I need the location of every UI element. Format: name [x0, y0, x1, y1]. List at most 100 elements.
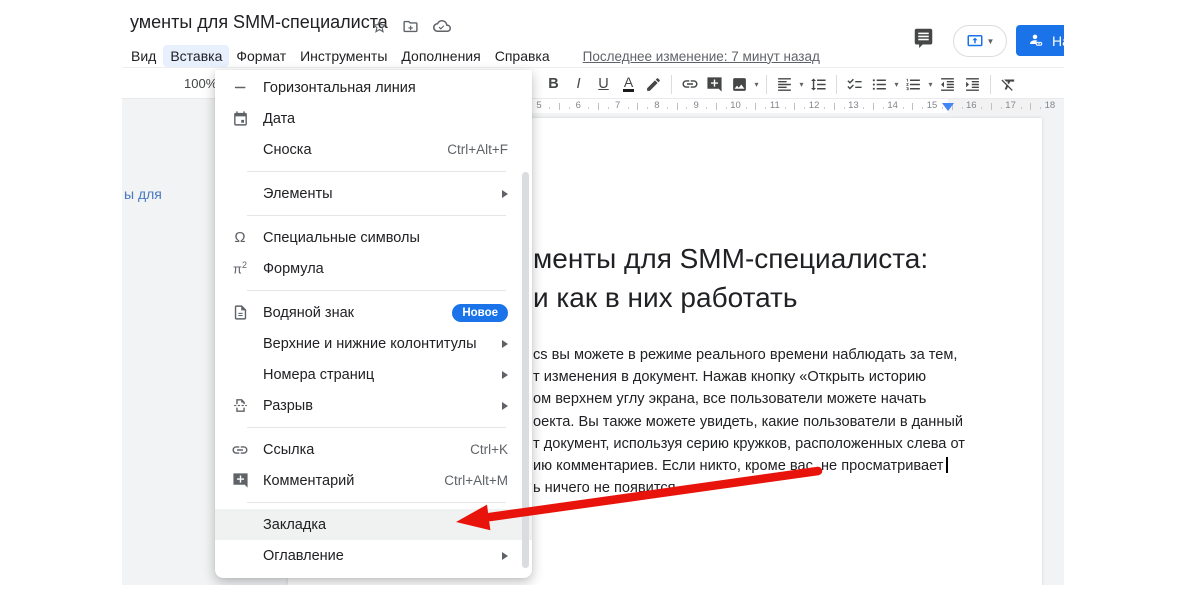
submenu-arrow-icon	[502, 402, 508, 410]
menubar-item[interactable]: Инструменты	[293, 45, 394, 67]
menubar-item[interactable]: Вид	[124, 45, 163, 67]
ruler-tick	[844, 107, 845, 109]
indent-increase-button[interactable]	[960, 71, 985, 97]
submenu-arrow-icon	[502, 340, 508, 348]
insert-menu-item[interactable]: Горизонтальная линия	[215, 72, 532, 103]
menu-scrollbar[interactable]	[522, 172, 529, 568]
insert-menu-item[interactable]: Разрыв	[215, 390, 532, 421]
insert-menu-item[interactable]: Закладка	[215, 509, 532, 540]
bulleted-list-button[interactable]	[867, 71, 892, 97]
menubar-item[interactable]: Справка	[488, 45, 557, 67]
underline-button[interactable]: U	[591, 71, 616, 97]
document-body: cs вы можете в режиме реального времени …	[533, 344, 965, 499]
ruler-tick	[1001, 107, 1002, 109]
last-edit-link[interactable]: Последнее изменение: 7 минут назад	[583, 49, 820, 64]
insert-menu-item[interactable]: СноскаCtrl+Alt+F	[215, 134, 532, 165]
ruler-tick	[598, 103, 599, 110]
document-text-line: ь ничего не появится.	[533, 477, 965, 499]
document-text-line: ию комментариев. Если никто, кроме вас, …	[533, 455, 965, 477]
insert-menu-item[interactable]: Номера страниц	[215, 359, 532, 390]
menubar-item[interactable]: Формат	[229, 45, 293, 67]
ruler-number: 6	[576, 100, 581, 112]
ruler-number: 9	[694, 100, 699, 112]
clear-formatting-button[interactable]	[996, 71, 1021, 97]
dropdown-caret-icon[interactable]: ▾	[797, 80, 806, 89]
dropdown-caret-icon[interactable]: ▾	[752, 80, 761, 89]
menu-divider	[247, 215, 506, 216]
ruler-tick	[726, 107, 727, 109]
highlight-color-button[interactable]	[641, 71, 666, 97]
document-text-line: оекта. Вы также можете увидеть, какие по…	[533, 411, 965, 433]
insert-menu: Горизонтальная линия Дата СноскаCtrl+Alt+F…	[215, 70, 532, 578]
heading-line: менты для SMM-специалиста:	[533, 239, 928, 278]
insert-menu-item-label: Формула	[263, 261, 508, 277]
ruler-tick	[962, 107, 963, 109]
text-color-button[interactable]: A	[616, 71, 641, 97]
italic-button[interactable]: I	[566, 71, 591, 97]
indent-marker-icon[interactable]	[942, 103, 954, 111]
omega-icon: Ω	[229, 229, 251, 246]
document-text-line: т изменения в документ. Нажав кнопку «От…	[533, 366, 965, 388]
insert-menu-item-label: Горизонтальная линия	[263, 80, 508, 96]
ruler-number: 14	[887, 100, 898, 112]
insert-menu-item-label: Комментарий	[263, 473, 444, 489]
insert-menu-item[interactable]: Элементы	[215, 178, 532, 209]
ruler-number: 10	[730, 100, 741, 112]
ruler-tick	[981, 107, 982, 109]
google-docs-window: 56789101112131415161718 ументы для SMM-с…	[0, 0, 1064, 585]
bold-button[interactable]: B	[541, 71, 566, 97]
insert-menu-item[interactable]: Оглавление	[215, 540, 532, 571]
ruler-tick	[569, 107, 570, 109]
ruler-tick	[588, 107, 589, 109]
menubar-item[interactable]: Дополнения	[394, 45, 487, 67]
ruler-number: 13	[848, 100, 859, 112]
ruler-tick	[637, 103, 638, 110]
menu-divider	[247, 427, 506, 428]
indent-decrease-button[interactable]	[935, 71, 960, 97]
insert-link-button[interactable]	[677, 71, 702, 97]
numbered-list-button[interactable]	[901, 71, 926, 97]
insert-menu-item-label: Разрыв	[263, 398, 502, 414]
ruler-number: 12	[809, 100, 820, 112]
line-spacing-button[interactable]	[806, 71, 831, 97]
insert-menu-item-label: Водяной знак	[263, 305, 452, 321]
page-break-icon	[229, 397, 251, 414]
insert-comment-button[interactable]	[702, 71, 727, 97]
insert-menu-item[interactable]: КомментарийCtrl+Alt+M	[215, 465, 532, 496]
ruler-tick	[765, 107, 766, 109]
insert-menu-item[interactable]: Водяной знакНовое	[215, 297, 532, 328]
align-button[interactable]	[772, 71, 797, 97]
checklist-button[interactable]	[842, 71, 867, 97]
insert-menu-item-label: Дата	[263, 111, 508, 127]
ruler-tick	[834, 103, 835, 110]
menubar-item[interactable]: Вставка	[163, 45, 229, 67]
ruler-tick	[794, 103, 795, 110]
insert-menu-item[interactable]: Дата	[215, 103, 532, 134]
document-text-line: т документ, используя серию кружков, рас…	[533, 433, 965, 455]
insert-menu-item[interactable]: Верхние и нижние колонтитулы	[215, 328, 532, 359]
ruler-number: 7	[615, 100, 620, 112]
menu-divider	[247, 502, 506, 503]
insert-menu-item[interactable]: π2Формула	[215, 253, 532, 284]
dropdown-caret-icon[interactable]: ▾	[892, 80, 901, 89]
menubar: ВидВставкаФорматИнструментыДополненияСпр…	[124, 44, 820, 68]
dropdown-caret-icon[interactable]: ▾	[926, 80, 935, 89]
ruler-tick	[1030, 103, 1031, 110]
ruler-number: 8	[654, 100, 659, 112]
ruler-tick	[785, 107, 786, 109]
ruler-tick	[608, 107, 609, 109]
ruler-tick	[1021, 107, 1022, 109]
ruler-tick	[628, 107, 629, 109]
submenu-arrow-icon	[502, 190, 508, 198]
ruler-tick	[716, 103, 717, 110]
comment-add-icon	[229, 472, 251, 489]
toolbar-divider	[836, 75, 837, 94]
insert-image-button[interactable]	[727, 71, 752, 97]
ruler-tick	[824, 107, 825, 109]
menu-divider	[247, 171, 506, 172]
ruler-tick	[755, 103, 756, 110]
ruler-number: 15	[927, 100, 938, 112]
insert-menu-item[interactable]: ΩСпециальные символы	[215, 222, 532, 253]
outline-item[interactable]: ы для	[124, 186, 162, 202]
insert-menu-item[interactable]: СсылкаCtrl+K	[215, 434, 532, 465]
